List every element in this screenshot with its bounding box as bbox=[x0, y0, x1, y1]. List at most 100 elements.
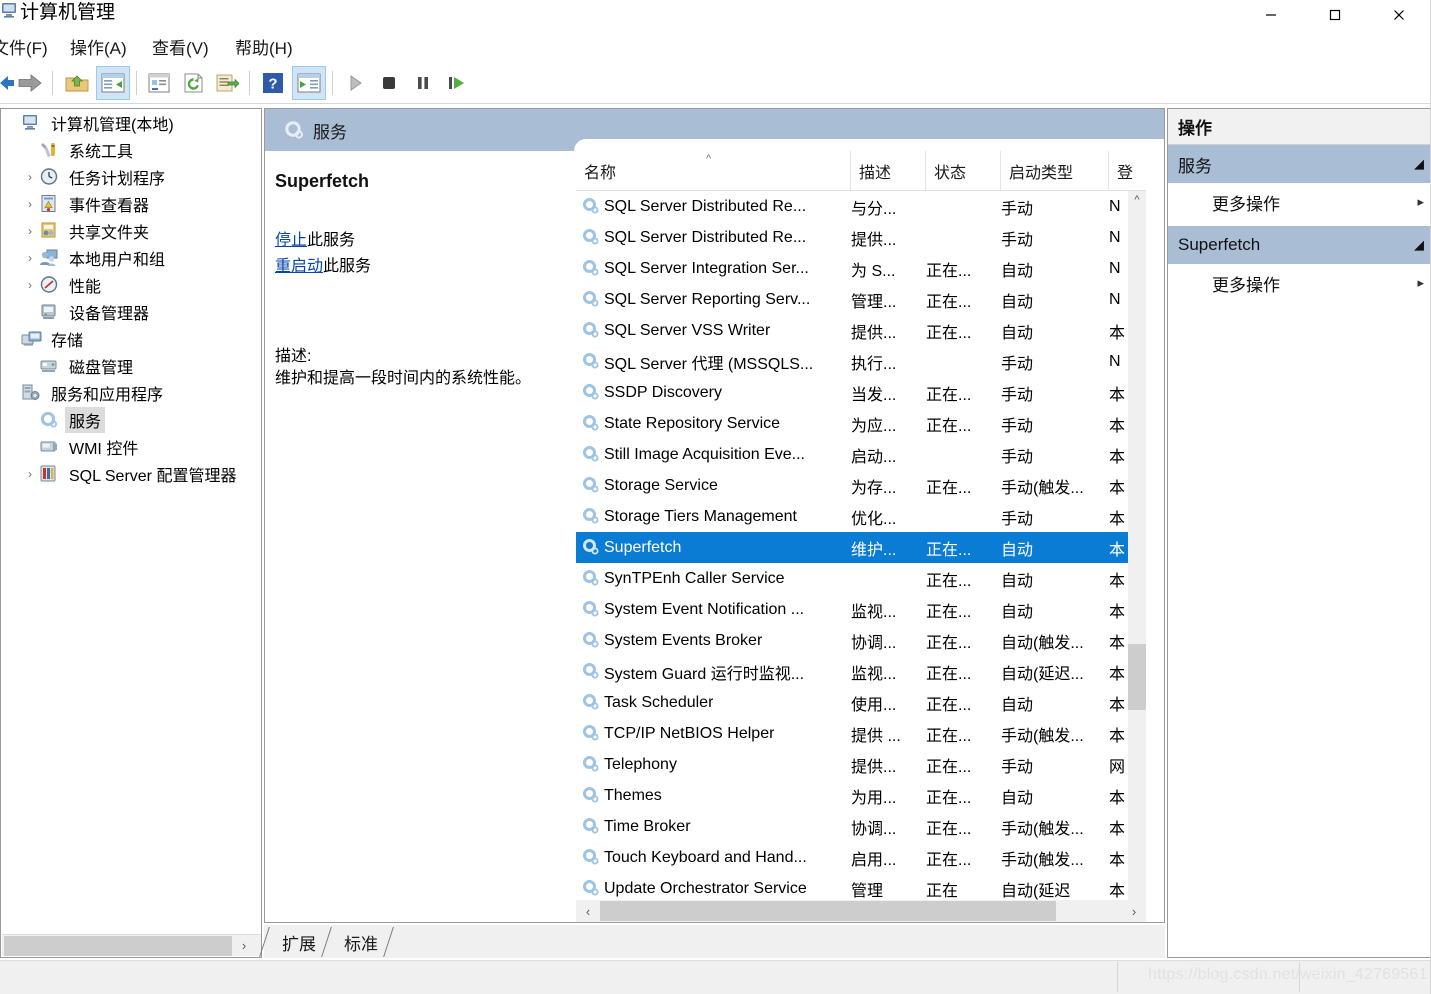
column-header-startup-type[interactable]: 启动类型 bbox=[1001, 151, 1109, 191]
actions-group-services[interactable]: 服务 ◢ bbox=[1168, 145, 1430, 183]
service-row[interactable]: SQL Server VSS Writer 提供... 正在... 自动 本 bbox=[576, 315, 1146, 346]
service-row[interactable]: Themes 为用... 正在... 自动 本 bbox=[576, 780, 1146, 811]
stop-service-icon[interactable] bbox=[372, 66, 406, 100]
collapse-icon[interactable]: ◢ bbox=[1414, 237, 1424, 253]
service-row[interactable]: Time Broker 协调... 正在... 手动(触发... 本 bbox=[576, 811, 1146, 842]
restart-service-icon[interactable] bbox=[440, 66, 474, 100]
service-row[interactable]: Still Image Acquisition Eve... 启动... 手动 本 bbox=[576, 439, 1146, 470]
selected-service-name: Superfetch bbox=[275, 171, 370, 191]
tree-scroll-right-arrow[interactable]: › bbox=[232, 938, 256, 953]
start-service-icon[interactable] bbox=[338, 66, 372, 100]
service-row[interactable]: SQL Server Distributed Re... 提供... 手动 N bbox=[576, 222, 1146, 253]
vertical-scroll-thumb[interactable] bbox=[1128, 644, 1146, 710]
column-header-name[interactable]: 名称 ^ bbox=[576, 151, 851, 191]
tree-node-root[interactable]: 计算机管理(本地) bbox=[1, 109, 261, 136]
service-row[interactable]: SynTPEnh Caller Service 正在... 自动 本 bbox=[576, 563, 1146, 594]
tree-node-services[interactable]: 服务 bbox=[1, 406, 261, 433]
pause-service-icon[interactable] bbox=[406, 66, 440, 100]
tree-node-wmi-control[interactable]: WMI 控件 bbox=[1, 433, 261, 460]
service-row[interactable]: State Repository Service 为应... 正在... 手动 本 bbox=[576, 408, 1146, 439]
tree-node-system-tools[interactable]: 系统工具 bbox=[1, 136, 261, 163]
tree-node-local-users-groups[interactable]: › 本地用户和组 bbox=[1, 244, 261, 271]
properties-icon[interactable] bbox=[142, 66, 176, 100]
tree-twisty[interactable]: › bbox=[21, 251, 39, 265]
tree-node-task-scheduler[interactable]: › 任务计划程序 bbox=[1, 163, 261, 190]
tree-twisty[interactable]: › bbox=[21, 467, 39, 481]
tree-node-sql-server-config[interactable]: › SQL Server 配置管理器 bbox=[1, 460, 261, 487]
scroll-right-arrow[interactable]: › bbox=[1122, 904, 1146, 919]
action-more-actions-services[interactable]: 更多操作 ▸ bbox=[1168, 183, 1430, 221]
scroll-left-arrow[interactable]: ‹ bbox=[576, 904, 600, 919]
list-vertical-scrollbar[interactable]: ^ ⌄ bbox=[1128, 191, 1146, 922]
tree-twisty[interactable]: › bbox=[21, 278, 39, 292]
up-folder-icon[interactable] bbox=[60, 66, 94, 100]
tree-node-event-viewer[interactable]: › 事件查看器 bbox=[1, 190, 261, 217]
service-row[interactable]: SQL Server Distributed Re... 与分... 手动 N bbox=[576, 191, 1146, 222]
service-startup-type-cell: 自动(延迟... bbox=[1001, 665, 1084, 683]
column-header-status[interactable]: 状态 bbox=[926, 151, 1001, 191]
service-row[interactable]: Touch Keyboard and Hand... 启用... 正在... 手动(触… bbox=[576, 842, 1146, 873]
tree-scroll-thumb[interactable] bbox=[4, 935, 232, 956]
service-row[interactable]: System Events Broker 协调... 正在... 自动(触发... 本 bbox=[576, 625, 1146, 656]
disk-management-icon bbox=[39, 356, 61, 376]
service-row[interactable]: SSDP Discovery 当发... 正在... 手动 本 bbox=[576, 377, 1146, 408]
horizontal-scroll-thumb[interactable] bbox=[600, 901, 1056, 921]
restart-service-link[interactable]: 重启动 bbox=[275, 258, 323, 275]
watermark-text: https://blog.csdn.net/weixin_42769561 bbox=[1148, 966, 1428, 983]
service-description-cell: 为存... bbox=[851, 479, 897, 497]
tree-horizontal-scrollbar[interactable]: › bbox=[2, 934, 261, 956]
tree-node-device-manager[interactable]: 设备管理器 bbox=[1, 298, 261, 325]
action-more-actions-superfetch[interactable]: 更多操作 ▸ bbox=[1168, 264, 1430, 302]
scroll-up-arrow[interactable]: ^ bbox=[1128, 191, 1146, 209]
forward-arrow-icon[interactable] bbox=[13, 66, 47, 100]
menu-view[interactable]: 查看(V) bbox=[152, 34, 209, 59]
service-row[interactable]: System Event Notification ... 监视... 正在... 自… bbox=[576, 594, 1146, 625]
toolbar: ? bbox=[0, 62, 1431, 104]
service-row[interactable]: Superfetch 维护... 正在... 自动 本 bbox=[576, 532, 1146, 563]
tree-node-services-applications[interactable]: 服务和应用程序 bbox=[1, 379, 261, 406]
actions-group-superfetch[interactable]: Superfetch ◢ bbox=[1168, 226, 1430, 264]
stop-service-link[interactable]: 停止 bbox=[275, 232, 307, 249]
menu-action[interactable]: 操作(A) bbox=[70, 34, 127, 59]
menu-file[interactable]: 文件(F) bbox=[0, 34, 48, 59]
service-row[interactable]: Telephony 提供... 正在... 手动 网 bbox=[576, 749, 1146, 780]
service-row[interactable]: Storage Tiers Management 优化... 手动 本 bbox=[576, 501, 1146, 532]
service-logon-as-cell: 本 bbox=[1109, 386, 1126, 404]
column-header-description[interactable]: 描述 bbox=[851, 151, 926, 191]
service-logon-as-cell: N bbox=[1109, 352, 1121, 370]
service-row[interactable]: SQL Server 代理 (MSSQLS... 执行... 手动 N bbox=[576, 346, 1146, 377]
tree-node-storage[interactable]: 存储 bbox=[1, 325, 261, 352]
tree-node-disk-management[interactable]: 磁盘管理 bbox=[1, 352, 261, 379]
collapse-icon[interactable]: ◢ bbox=[1414, 156, 1424, 172]
export-list-icon[interactable] bbox=[210, 66, 244, 100]
minimize-button[interactable] bbox=[1239, 0, 1303, 30]
service-row[interactable]: Task Scheduler 使用... 正在... 自动 本 bbox=[576, 687, 1146, 718]
refresh-icon[interactable] bbox=[176, 66, 210, 100]
menu-help[interactable]: 帮助(H) bbox=[235, 34, 293, 59]
services-rows[interactable]: SQL Server Distributed Re... 与分... 手动 N SQL… bbox=[576, 191, 1146, 903]
services-list-header: 名称 ^ 描述 状态 启动类型 登 bbox=[576, 151, 1146, 191]
list-horizontal-scrollbar[interactable]: ‹ › bbox=[576, 900, 1146, 922]
help-icon[interactable]: ? bbox=[256, 66, 290, 100]
service-row[interactable]: Update Orchestrator Service 管理 正在 自动(延迟 本 bbox=[576, 873, 1146, 903]
show-action-pane-icon[interactable] bbox=[292, 66, 326, 100]
service-row[interactable]: System Guard 运行时监视... 监视... 正在... 自动(延迟... 本 bbox=[576, 656, 1146, 687]
service-row[interactable]: Storage Service 为存... 正在... 手动(触发... 本 bbox=[576, 470, 1146, 501]
close-button[interactable] bbox=[1367, 0, 1431, 30]
service-row[interactable]: TCP/IP NetBIOS Helper 提供 ... 正在... 手动(触发...… bbox=[576, 718, 1146, 749]
service-description-cell: 管理 bbox=[851, 882, 884, 900]
tree-twisty[interactable]: › bbox=[21, 170, 39, 184]
maximize-button[interactable] bbox=[1303, 0, 1367, 30]
tab-standard[interactable]: 标准 bbox=[332, 925, 390, 959]
tab-extended[interactable]: 扩展 bbox=[270, 925, 328, 959]
tree-node-performance[interactable]: › 性能 bbox=[1, 271, 261, 298]
tree-node-shared-folders[interactable]: › 共享文件夹 bbox=[1, 217, 261, 244]
tree-twisty[interactable]: › bbox=[21, 224, 39, 238]
service-row[interactable]: SQL Server Integration Ser... 为 S... 正在...… bbox=[576, 253, 1146, 284]
tree-twisty[interactable]: › bbox=[21, 197, 39, 211]
column-header-logon-as[interactable]: 登 bbox=[1109, 151, 1146, 191]
console-tree[interactable]: 计算机管理(本地) 系统工具 › 任务计划程序 › 事件查看器 › 共享文件夹 … bbox=[1, 109, 261, 919]
show-hide-console-tree-icon[interactable] bbox=[96, 66, 130, 100]
service-row[interactable]: SQL Server Reporting Serv... 管理... 正在... 自动… bbox=[576, 284, 1146, 315]
local-users-groups-icon bbox=[39, 248, 61, 268]
